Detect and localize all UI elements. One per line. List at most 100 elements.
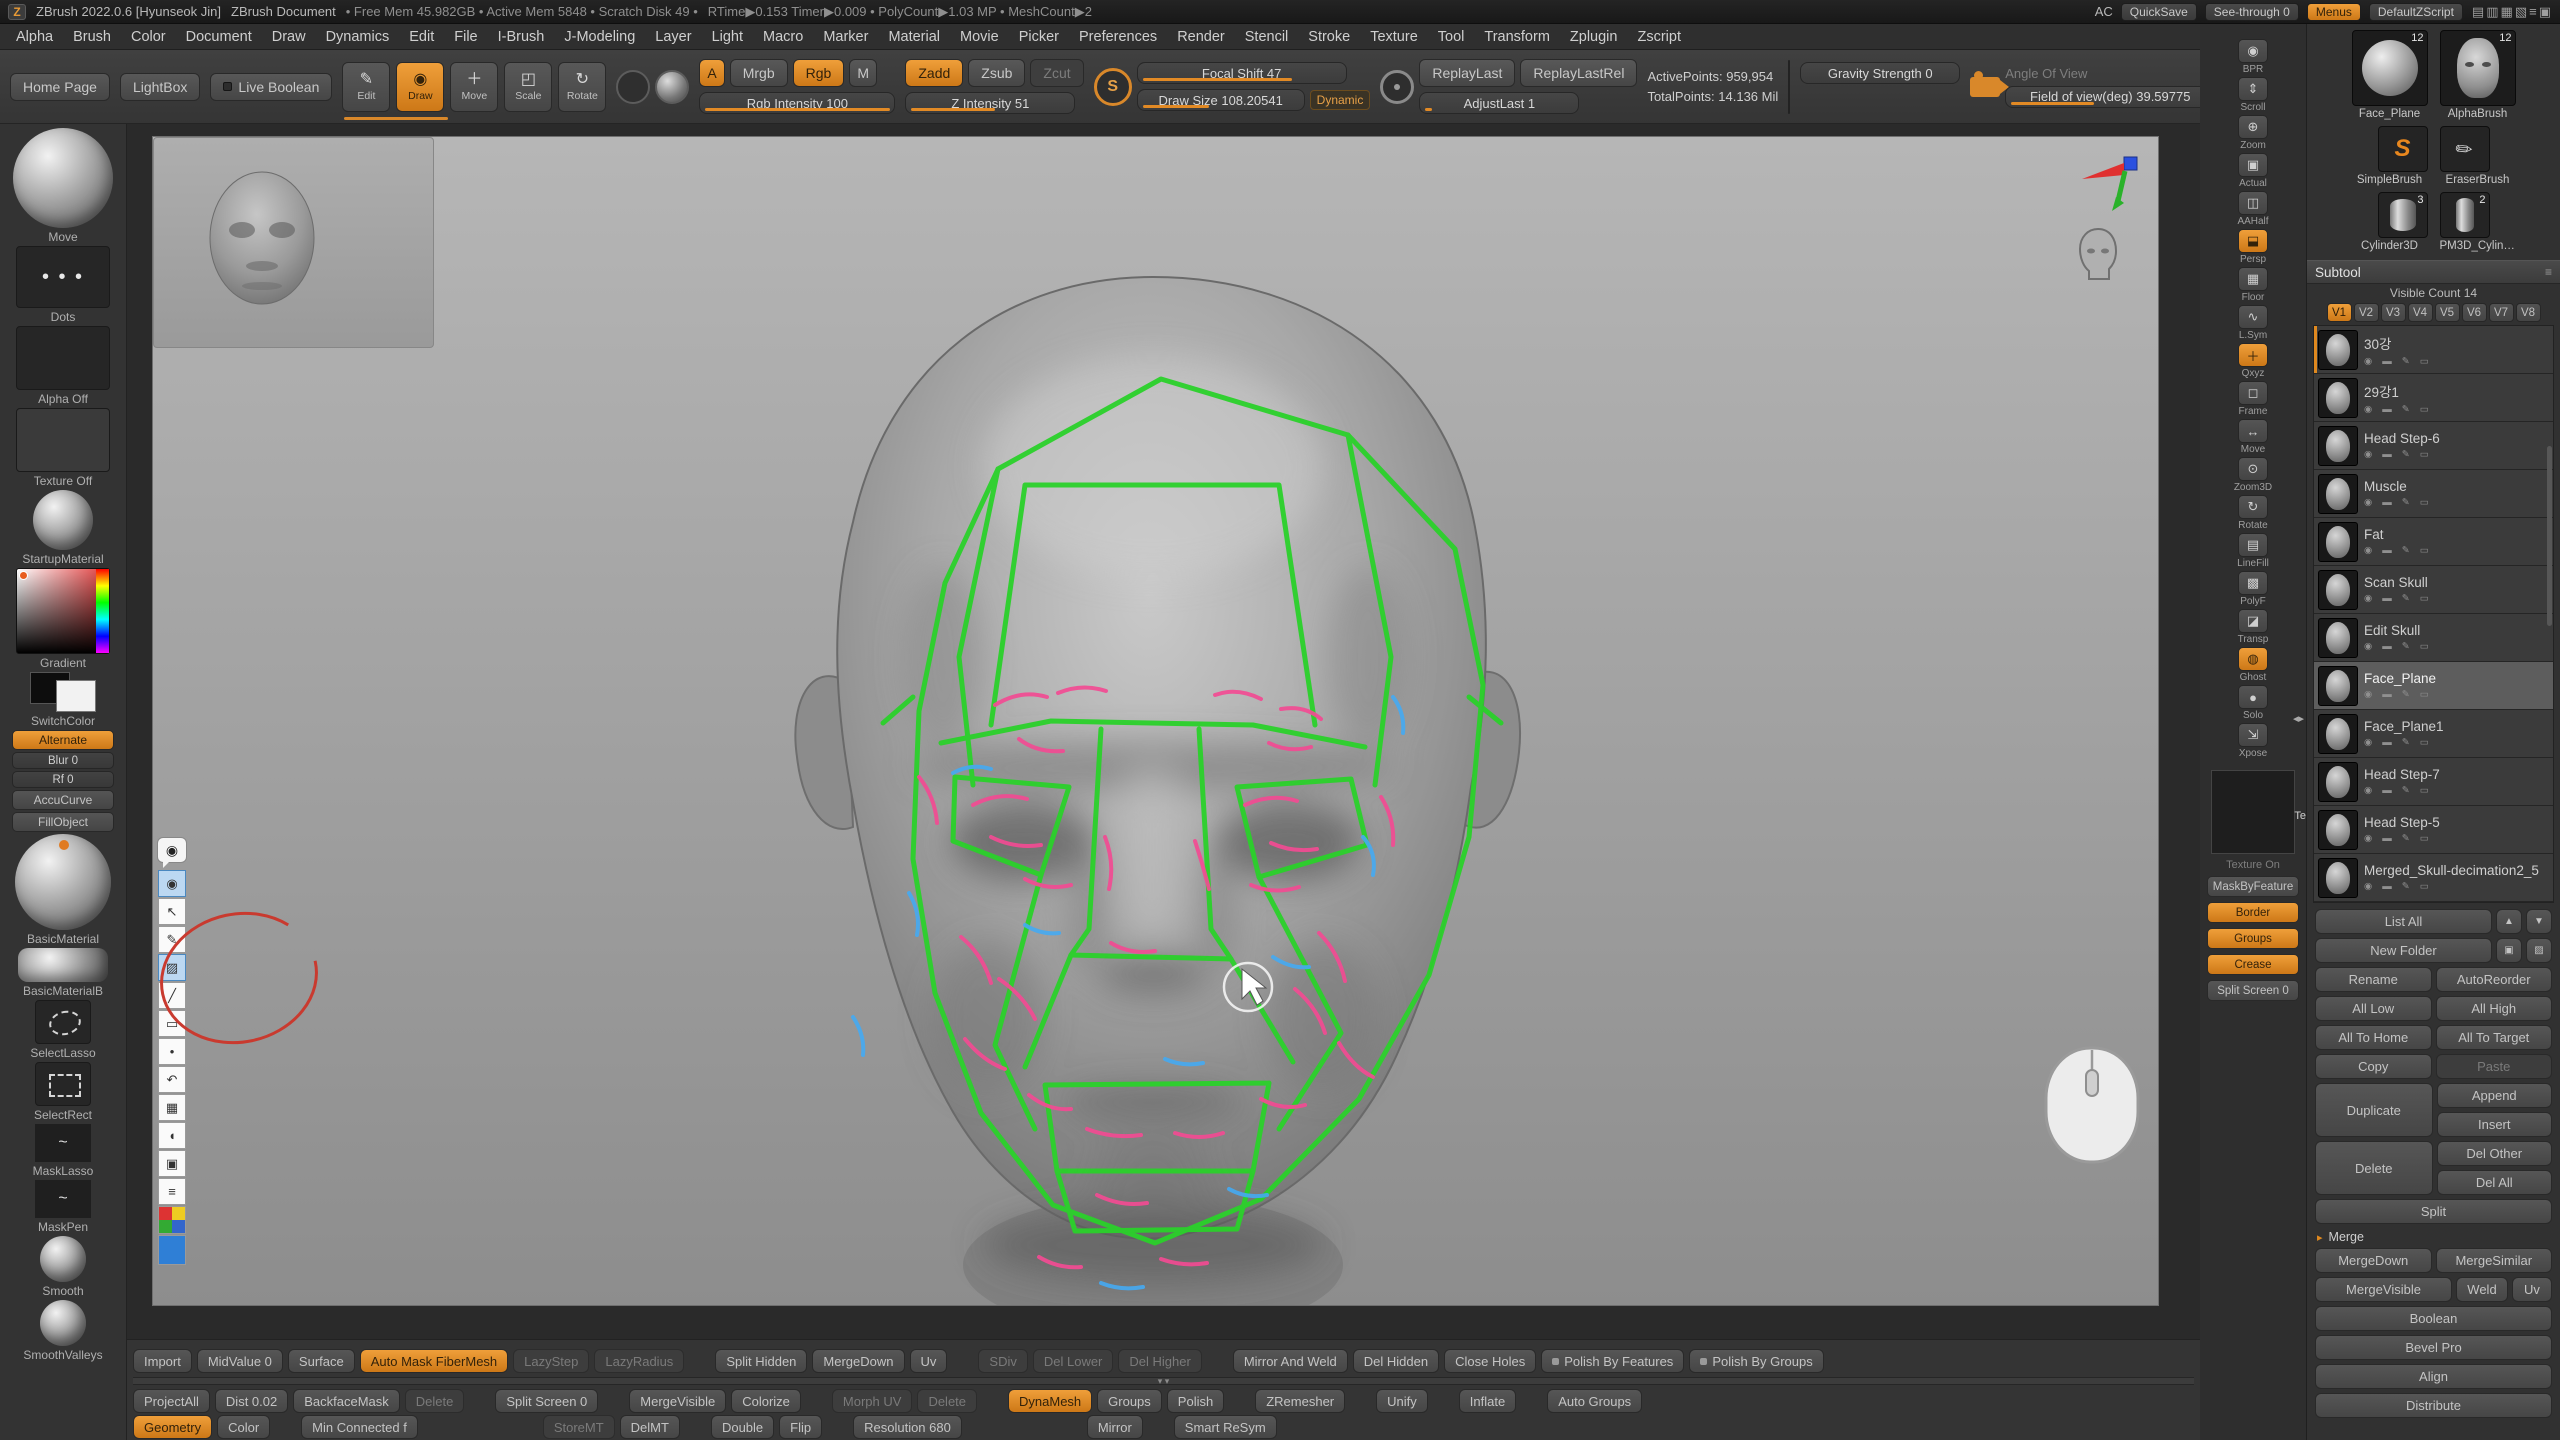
tray-button[interactable]: Mirror	[1087, 1415, 1143, 1439]
alpha-thumbnail[interactable]	[16, 326, 110, 390]
paint-icon[interactable]: ▬	[2382, 737, 2392, 748]
camera-icon[interactable]	[1970, 77, 2000, 97]
right-shelf-button[interactable]: ⊙Zoom3D	[2231, 457, 2275, 493]
hue-strip[interactable]	[96, 569, 109, 653]
right-shelf-button[interactable]: ↔Move	[2231, 419, 2275, 455]
tray-button[interactable]: Morph UV	[832, 1389, 913, 1413]
secondary-color-swatch[interactable]	[56, 680, 96, 712]
fillobject-button[interactable]: FillObject	[12, 812, 114, 832]
tray-button[interactable]: Split Screen 0	[495, 1389, 598, 1413]
merge-down-button[interactable]: MergeDown	[2315, 1248, 2432, 1273]
eye-icon[interactable]: ◉	[2364, 497, 2372, 508]
tray-button[interactable]: Geometry	[133, 1415, 212, 1439]
replay-last-button[interactable]: ReplayLast	[1419, 59, 1515, 87]
pen-icon[interactable]: ✎	[2402, 833, 2410, 844]
menu-item[interactable]: Picker	[1009, 24, 1069, 49]
subtool-row[interactable]: Merged_Skull-decimation2_5 ◉ ▬ ✎ ▭	[2314, 854, 2553, 902]
edit-mode-button[interactable]: ✎Edit	[342, 62, 390, 112]
subtool-row[interactable]: 30강 ◉ ▬ ✎ ▭	[2314, 326, 2553, 374]
subtool-row[interactable]: 29강1 ◉ ▬ ✎ ▭	[2314, 374, 2553, 422]
tray-button[interactable]: Polish	[1167, 1389, 1224, 1413]
right-shelf-button[interactable]: ▦Floor	[2231, 267, 2275, 303]
tray-button[interactable]: Smart ReSym	[1174, 1415, 1277, 1439]
subtool-version-tab[interactable]: V4	[2408, 303, 2433, 322]
split-screen-slider[interactable]: Split Screen 0	[2207, 980, 2299, 1001]
tray-button[interactable]: MergeDown	[812, 1349, 904, 1373]
tray-button[interactable]: Del Higher	[1118, 1349, 1201, 1373]
tray-toggle-arrows[interactable]: ◂▸	[2293, 712, 2304, 725]
pen-icon[interactable]: ✎	[2402, 593, 2410, 604]
annotation-tool-icon[interactable]: ▭	[158, 1010, 186, 1037]
tray-button[interactable]: Flip	[779, 1415, 822, 1439]
folder-icon[interactable]: ▭	[2420, 545, 2429, 556]
tray-button[interactable]: Dist 0.02	[215, 1389, 288, 1413]
eye-icon[interactable]: ◉	[2364, 404, 2372, 415]
paint-icon[interactable]: ▬	[2382, 545, 2392, 556]
menu-item[interactable]: Draw	[262, 24, 316, 49]
pen-icon[interactable]: ✎	[2402, 356, 2410, 367]
pen-icon[interactable]: ✎	[2402, 449, 2410, 460]
paint-icon[interactable]: ▬	[2382, 593, 2392, 604]
subtool-version-tab[interactable]: V3	[2381, 303, 2406, 322]
tray-button[interactable]: Polish By Features	[1541, 1349, 1684, 1373]
annotation-tool-icon[interactable]: ◉	[158, 870, 186, 897]
default-zscript-button[interactable]: DefaultZScript	[2369, 3, 2463, 21]
tray-button[interactable]: ZRemesher	[1255, 1389, 1345, 1413]
all-to-target-button[interactable]: All To Target	[2436, 1025, 2553, 1050]
paint-icon[interactable]: ▬	[2382, 356, 2392, 367]
right-shelf-button[interactable]: ⊕Zoom	[2231, 115, 2275, 151]
tray-button[interactable]: BackfaceMask	[293, 1389, 400, 1413]
menu-item[interactable]: I-Brush	[488, 24, 555, 49]
tray-button[interactable]: Surface	[288, 1349, 355, 1373]
subtool-version-tab[interactable]: V8	[2516, 303, 2541, 322]
weld-button[interactable]: Weld	[2456, 1277, 2508, 1302]
eye-icon[interactable]: ◉	[2364, 833, 2372, 844]
eye-icon[interactable]: ◉	[2364, 356, 2372, 367]
tray-button[interactable]: Uv	[910, 1349, 948, 1373]
subtool-row[interactable]: Edit Skull ◉ ▬ ✎ ▭	[2314, 614, 2553, 662]
paint-icon[interactable]: ▬	[2382, 785, 2392, 796]
merge-visible-button[interactable]: MergeVisible	[2315, 1277, 2452, 1302]
eye-icon[interactable]: ◉	[2364, 785, 2372, 796]
border-button[interactable]: Border	[2207, 902, 2299, 923]
tray-button[interactable]: Min Connected f	[301, 1415, 418, 1439]
right-shelf-button[interactable]: ●Solo	[2231, 685, 2275, 721]
live-boolean-button[interactable]: Live Boolean	[210, 73, 332, 101]
distribute-button[interactable]: Distribute	[2315, 1393, 2552, 1418]
subtool-version-tab[interactable]: V2	[2354, 303, 2379, 322]
field-of-view-slider[interactable]: Field of view(deg) 39.59775	[2005, 86, 2215, 108]
tray-button[interactable]: DynaMesh	[1008, 1389, 1092, 1413]
uv-button[interactable]: Uv	[2512, 1277, 2552, 1302]
subtool-scrollbar[interactable]	[2547, 446, 2552, 626]
annotation-tool-icon[interactable]: ↶	[158, 1066, 186, 1093]
document-canvas[interactable]: ◉ ◉↖✎▨╱▭•↶▦◖▣≡	[152, 136, 2159, 1306]
merge-similar-button[interactable]: MergeSimilar	[2436, 1248, 2553, 1273]
pen-icon[interactable]: ✎	[2402, 404, 2410, 415]
eye-icon[interactable]: ◉	[2364, 689, 2372, 700]
groups-button[interactable]: Groups	[2207, 928, 2299, 949]
subtool-version-tab[interactable]: V7	[2489, 303, 2514, 322]
menus-button[interactable]: Menus	[2307, 3, 2361, 21]
eraser-brush-thumbnail[interactable]: ✎	[2440, 126, 2490, 172]
append-button[interactable]: Append	[2437, 1083, 2553, 1108]
tray-button[interactable]: DelMT	[620, 1415, 680, 1439]
paste-button[interactable]: Paste	[2436, 1054, 2553, 1079]
right-shelf-button[interactable]: ⇲Xpose	[2231, 723, 2275, 759]
see-through-slider[interactable]: See-through 0	[2205, 3, 2299, 21]
zadd-button[interactable]: Zadd	[905, 59, 963, 87]
right-shelf-button[interactable]: ◍Ghost	[2231, 647, 2275, 683]
tray-button[interactable]: Del Lower	[1033, 1349, 1114, 1373]
replay-indicator-icon[interactable]	[1380, 70, 1414, 104]
smooth-brush-thumbnail[interactable]	[40, 1236, 86, 1282]
pen-icon[interactable]: ✎	[2402, 881, 2410, 892]
all-to-home-button[interactable]: All To Home	[2315, 1025, 2432, 1050]
tray-button[interactable]: SDiv	[978, 1349, 1027, 1373]
tray-button[interactable]: ProjectAll	[133, 1389, 210, 1413]
del-other-button[interactable]: Del Other	[2437, 1141, 2553, 1166]
blur-slider[interactable]: Blur 0	[12, 752, 114, 769]
paint-icon[interactable]: ▬	[2382, 404, 2392, 415]
z-intensity-slider[interactable]: Z Intensity 51	[905, 92, 1075, 114]
eye-icon[interactable]: ◉	[2364, 545, 2372, 556]
annotation-tool-icon[interactable]: ↖	[158, 898, 186, 925]
all-low-button[interactable]: All Low	[2315, 996, 2432, 1021]
